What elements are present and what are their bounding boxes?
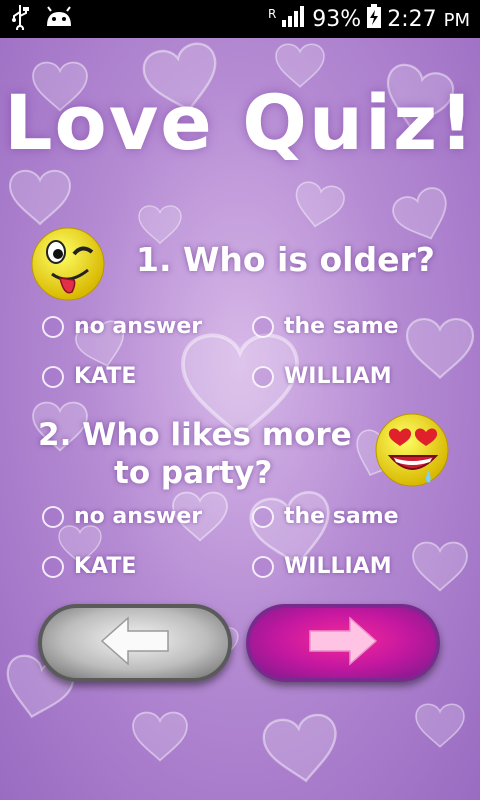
question-2-line-1: 2. Who likes more <box>38 417 352 453</box>
radio-button[interactable] <box>252 365 274 388</box>
battery-percent: 93% <box>312 6 362 32</box>
roaming-indicator: R <box>267 7 277 21</box>
arrow-left-icon <box>98 614 172 672</box>
signal-icon <box>282 5 306 33</box>
option-label: the same <box>284 314 399 339</box>
radio-button[interactable] <box>42 315 64 338</box>
question-2-line-2: to party? <box>114 455 273 491</box>
radio-button[interactable] <box>252 505 274 528</box>
status-bar: R 93% 2:27 PM <box>0 0 480 38</box>
q1-option-william[interactable]: WILLIAM <box>252 364 392 389</box>
option-label: WILLIAM <box>284 364 392 389</box>
option-label: the same <box>284 504 399 529</box>
q2-option-william[interactable]: WILLIAM <box>252 554 392 579</box>
q1-option-no-answer[interactable]: no answer <box>42 314 202 339</box>
radio-button[interactable] <box>252 555 274 578</box>
page-title: Love Quiz! <box>4 78 476 167</box>
arrow-right-icon <box>306 614 380 672</box>
option-label: no answer <box>74 504 203 529</box>
option-label: KATE <box>74 364 137 389</box>
q2-option-no-answer[interactable]: no answer <box>42 504 202 529</box>
question-2-text: 2. Who likes more to party? <box>38 416 352 492</box>
q2-option-kate[interactable]: KATE <box>42 554 136 579</box>
radio-button[interactable] <box>42 365 64 388</box>
winking-tongue-emoji <box>30 226 108 306</box>
next-button[interactable] <box>246 604 440 682</box>
radio-button[interactable] <box>252 315 274 338</box>
heart-eyes-drooling-emoji <box>374 412 452 492</box>
radio-button[interactable] <box>42 505 64 528</box>
clock-ampm: PM <box>443 9 470 31</box>
battery-charging-icon <box>367 4 382 34</box>
option-label: KATE <box>74 554 137 579</box>
q2-option-the-same[interactable]: the same <box>252 504 399 529</box>
back-button[interactable] <box>38 604 232 682</box>
android-debug-icon <box>44 6 74 32</box>
option-label: no answer <box>74 314 203 339</box>
q1-option-kate[interactable]: KATE <box>42 364 136 389</box>
question-1-text: 1. Who is older? <box>136 240 435 279</box>
clock-time: 2:27 <box>387 6 437 32</box>
option-label: WILLIAM <box>284 554 392 579</box>
q1-option-the-same[interactable]: the same <box>252 314 399 339</box>
clock: 2:27 PM <box>387 7 470 32</box>
usb-icon <box>10 4 30 34</box>
radio-button[interactable] <box>42 555 64 578</box>
